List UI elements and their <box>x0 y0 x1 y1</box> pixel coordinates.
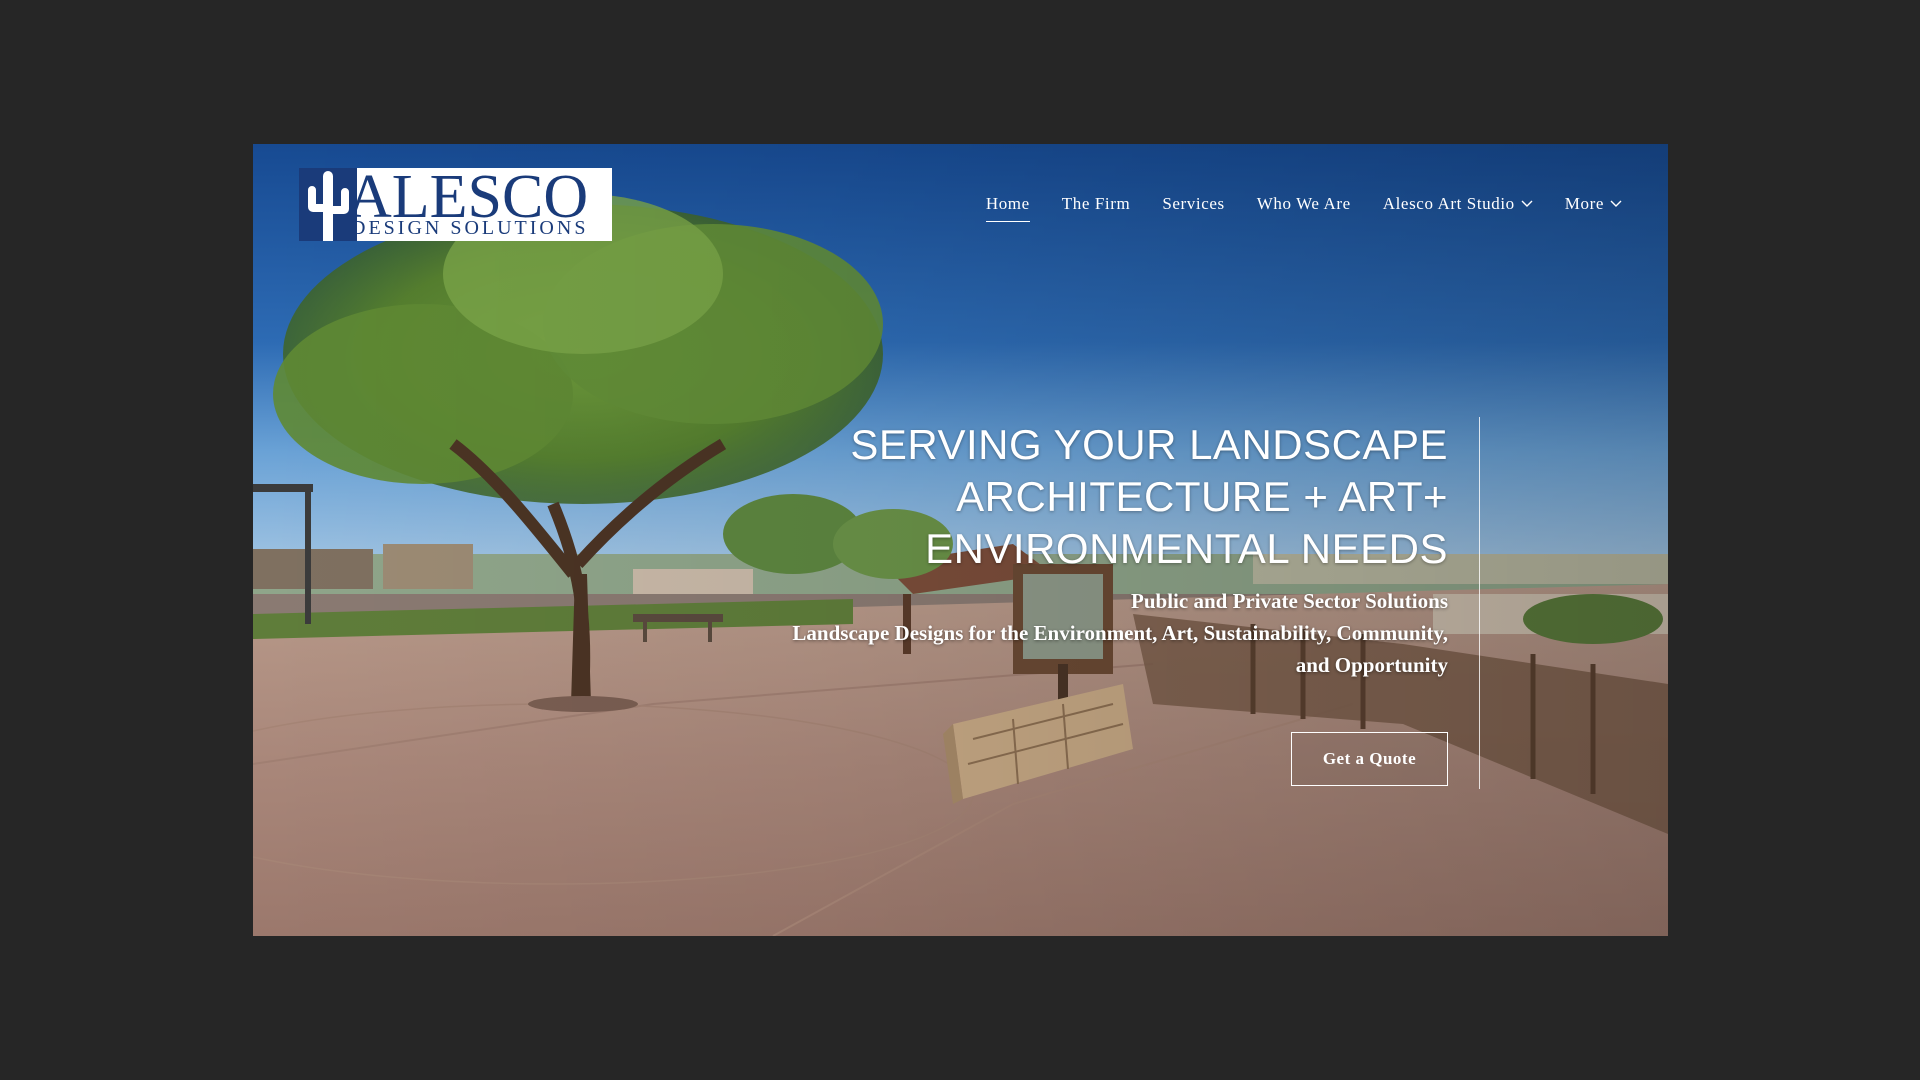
decorative-divider <box>1479 417 1480 789</box>
main-navigation: Home The Firm Services Who We Are Alesco… <box>985 194 1622 222</box>
company-logo[interactable]: ALESCO DESIGN SOLUTIONS <box>299 166 612 241</box>
nav-who-we-are[interactable]: Who We Are <box>1257 194 1351 220</box>
hero-subtitle: Public and Private Sector Solutions Land… <box>688 585 1448 681</box>
hero-title: SERVING YOUR LANDSCAPE ARCHITECTURE + AR… <box>688 419 1448 575</box>
get-a-quote-button[interactable]: Get a Quote <box>1291 732 1448 786</box>
hero-section: SERVING YOUR LANDSCAPE ARCHITECTURE + AR… <box>688 419 1448 681</box>
nav-more-label: More <box>1564 194 1604 213</box>
nav-alesco-art-studio[interactable]: Alesco Art Studio <box>1383 194 1533 220</box>
hero-title-line: SERVING YOUR LANDSCAPE <box>850 421 1448 468</box>
nav-services[interactable]: Services <box>1162 194 1224 220</box>
chevron-down-icon <box>1521 200 1533 207</box>
website-frame: ALESCO DESIGN SOLUTIONS Home The Firm Se… <box>253 144 1668 936</box>
nav-more[interactable]: More <box>1565 194 1622 220</box>
logo-tagline: DESIGN SOLUTIONS <box>351 217 589 239</box>
nav-home-label: Home <box>985 194 1030 213</box>
nav-home[interactable]: Home <box>985 194 1030 222</box>
hero-subtitle-line: Landscape Designs for the Environment, A… <box>792 621 1448 645</box>
nav-who-we-are-label: Who We Are <box>1256 194 1351 213</box>
hero-title-line: ENVIRONMENTAL NEEDS <box>925 525 1448 572</box>
nav-alesco-art-studio-label: Alesco Art Studio <box>1382 194 1515 213</box>
hero-subtitle-line: Public and Private Sector Solutions <box>1131 589 1448 613</box>
nav-the-firm[interactable]: The Firm <box>1062 194 1131 220</box>
hero-subtitle-line: and Opportunity <box>1295 653 1448 677</box>
nav-the-firm-label: The Firm <box>1061 194 1131 213</box>
nav-services-label: Services <box>1162 194 1225 213</box>
chevron-down-icon <box>1610 200 1622 207</box>
hero-title-line: ARCHITECTURE + ART+ <box>956 473 1448 520</box>
